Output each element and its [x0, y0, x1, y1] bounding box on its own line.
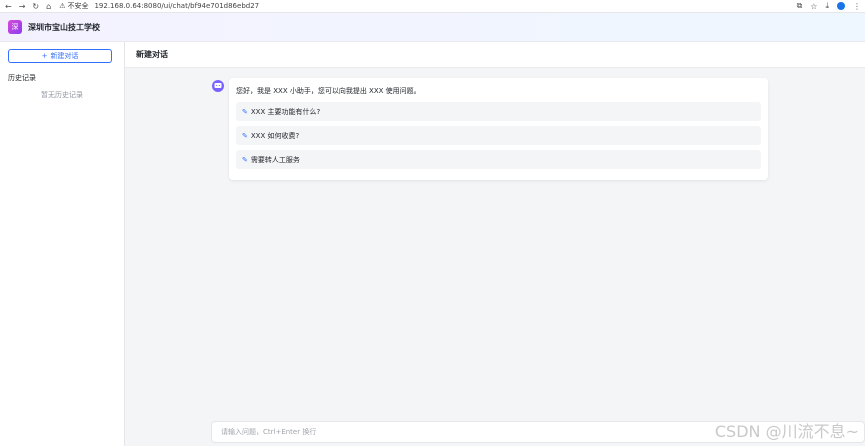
browser-nav: ← → ↻ ⌂: [0, 2, 51, 11]
app-header: 深 深圳市宝山技工学校: [0, 13, 865, 42]
back-icon[interactable]: ←: [5, 2, 12, 11]
suggestion-item[interactable]: ✎ XXX 主要功能有什么?: [236, 102, 761, 121]
translate-icon[interactable]: ⧉: [797, 1, 803, 11]
chat-header: 新建对话: [125, 42, 865, 68]
bot-message-card: 您好，我是 XXX 小助手，您可以向我提出 XXX 使用问题。 ✎ XXX 主要…: [229, 78, 768, 180]
menu-kebab-icon[interactable]: ⋮: [853, 2, 861, 11]
watermark-text: CSDN @川流不息~: [714, 422, 859, 441]
sidebar: + 新建对话 历史记录 暂无历史记录: [0, 42, 125, 446]
home-icon[interactable]: ⌂: [46, 2, 51, 11]
bot-avatar-icon: [212, 80, 224, 92]
bot-greeting: 您好，我是 XXX 小助手，您可以向我提出 XXX 使用问题。: [236, 87, 421, 95]
suggestion-text: 需要转人工服务: [250, 155, 300, 164]
school-logo: 深: [8, 20, 22, 34]
download-icon[interactable]: ⤓: [825, 1, 829, 11]
history-empty-text: 暂无历史记录: [41, 91, 83, 99]
history-title: 历史记录: [8, 74, 36, 82]
pen-icon: ✎: [242, 107, 248, 116]
new-chat-label: 新建对话: [50, 52, 79, 60]
warning-icon: ⚠: [59, 2, 66, 10]
bookmark-star-icon[interactable]: ☆: [810, 2, 817, 11]
browser-toolbar: ← → ↻ ⌂ ⚠ 不安全 192.168.0.64:8080/ui/chat/…: [0, 0, 865, 13]
pen-icon: ✎: [242, 131, 248, 140]
insecure-badge[interactable]: ⚠ 不安全: [59, 1, 88, 11]
forward-icon[interactable]: →: [19, 2, 26, 11]
browser-actions: ⧉ ☆ ⤓ ⋮: [797, 1, 865, 11]
address-bar[interactable]: ⚠ 不安全 192.168.0.64:8080/ui/chat/bf94e701…: [59, 1, 259, 11]
insecure-label: 不安全: [67, 2, 89, 10]
profile-icon[interactable]: [837, 2, 845, 10]
chat-main: 新建对话 您好，我是 XXX 小助手，您可以向我提出 XXX 使用问题。 ✎ X…: [125, 42, 865, 446]
school-name: 深圳市宝山技工学校: [28, 22, 100, 32]
suggestion-text: XXX 如何收费?: [250, 131, 300, 140]
suggestion-item[interactable]: ✎ XXX 如何收费?: [236, 126, 761, 145]
suggestion-text: XXX 主要功能有什么?: [250, 107, 321, 116]
url-text[interactable]: 192.168.0.64:8080/ui/chat/bf94e701d86ebd…: [94, 2, 259, 10]
pen-icon: ✎: [242, 155, 248, 164]
suggestion-item[interactable]: ✎ 需要转人工服务: [236, 150, 761, 169]
reload-icon[interactable]: ↻: [32, 2, 39, 11]
chat-title: 新建对话: [136, 50, 168, 59]
new-chat-button[interactable]: + 新建对话: [8, 49, 112, 63]
plus-icon: +: [41, 52, 48, 60]
